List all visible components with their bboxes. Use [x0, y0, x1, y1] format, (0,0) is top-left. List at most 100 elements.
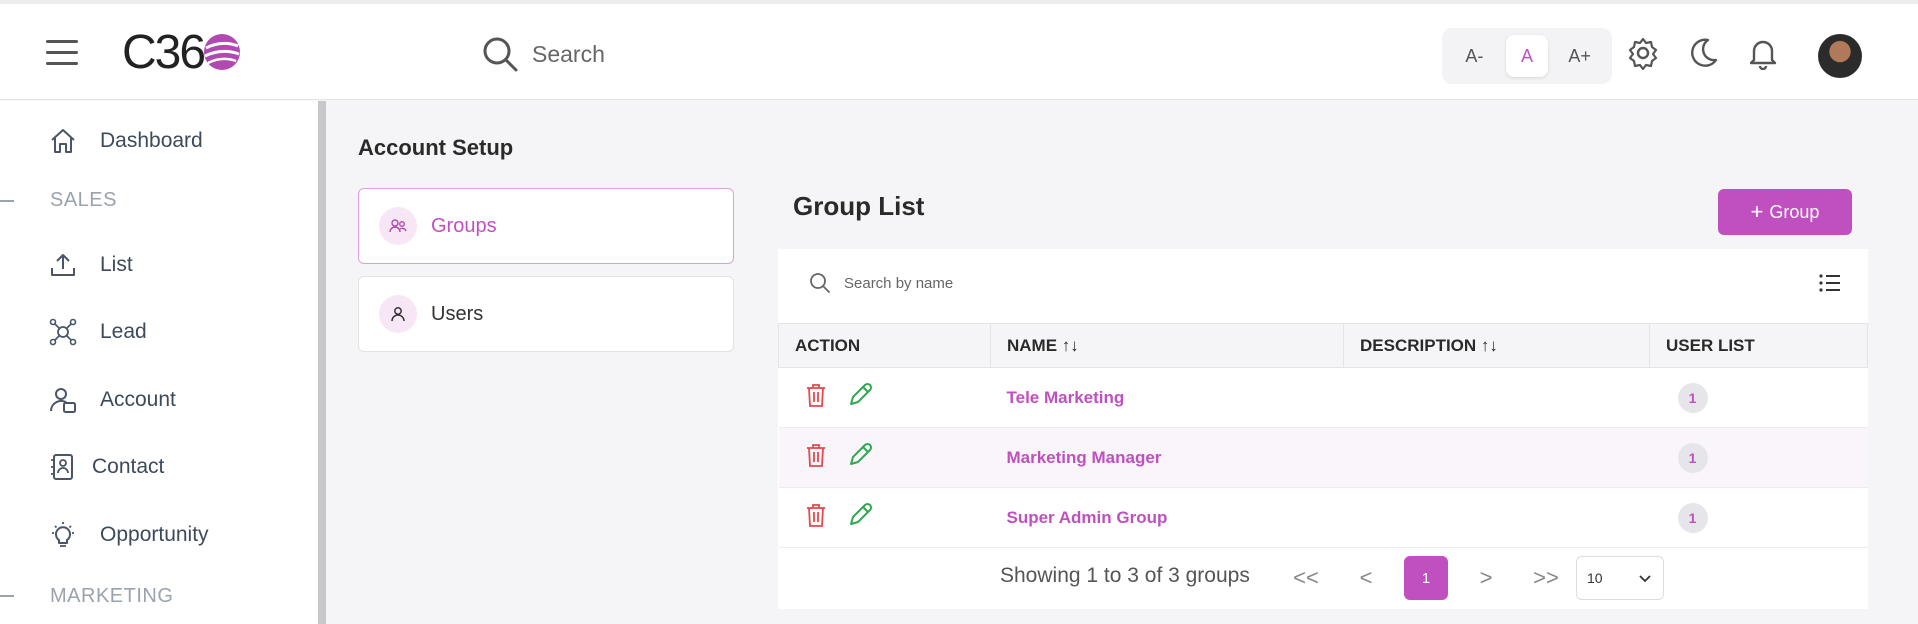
table-header-row: ACTION NAME ↑↓ DESCRIPTION ↑↓ USER LIST — [778, 323, 1868, 368]
table-row: Super Admin Group 1 — [778, 487, 1868, 548]
global-search — [480, 32, 900, 76]
contact-icon — [51, 454, 73, 480]
moon-icon[interactable] — [1686, 36, 1720, 70]
user-count-badge[interactable]: 1 — [1677, 382, 1708, 413]
user-list-cell: 1 — [1649, 427, 1868, 488]
prev-page-button[interactable]: < — [1344, 556, 1388, 600]
section-sales: SALES — [50, 189, 117, 211]
action-cell — [778, 487, 991, 548]
bulb-icon — [52, 522, 74, 547]
search-icon — [483, 37, 518, 72]
sidebar-item-contact[interactable]: Contact — [48, 447, 164, 487]
page-1-button[interactable]: 1 — [1404, 556, 1448, 600]
trash-icon[interactable] — [803, 382, 829, 408]
user-list-cell: 1 — [1649, 367, 1868, 428]
sidebar-item-label: Contact — [92, 455, 165, 478]
user-icon — [391, 307, 405, 322]
section-divider — [0, 200, 14, 202]
app-header: C36 A- A A+ — [0, 4, 1918, 100]
sidebar-item-dashboard[interactable]: Dashboard — [48, 121, 203, 161]
group-table: ACTION NAME ↑↓ DESCRIPTION ↑↓ USER LIST … — [778, 323, 1868, 548]
list-title: Group List — [793, 191, 925, 221]
group-name-link[interactable]: Tele Marketing — [1007, 388, 1125, 407]
table-row: Marketing Manager 1 — [778, 427, 1868, 488]
sidebar-item-list[interactable]: List — [48, 245, 133, 285]
column-description[interactable]: DESCRIPTION ↑↓ — [1343, 323, 1650, 368]
name-cell: Super Admin Group — [990, 487, 1344, 548]
logo-text: C36 — [122, 25, 206, 79]
pencil-icon[interactable] — [847, 442, 873, 468]
gear-icon[interactable] — [1626, 36, 1660, 70]
sidebar-item-label: Lead — [100, 320, 147, 343]
users-group-icon — [389, 219, 407, 233]
user-list-cell: 1 — [1649, 487, 1868, 548]
font-size-switcher: A- A A+ — [1442, 28, 1612, 84]
description-cell — [1343, 367, 1650, 428]
section-divider — [0, 595, 14, 597]
sidebar-item-lead[interactable]: Lead — [48, 312, 147, 352]
sidebar-item-label: Opportunity — [100, 523, 209, 546]
user-count-badge[interactable]: 1 — [1677, 442, 1708, 473]
action-cell — [778, 367, 991, 428]
font-normal-button[interactable]: A — [1505, 35, 1548, 77]
add-group-button[interactable]: + Group — [1718, 189, 1852, 235]
page-title: Account Setup — [358, 135, 514, 160]
sidebar-item-account[interactable]: Account — [48, 380, 176, 420]
tab-icon-wrap — [379, 207, 417, 245]
search-icon — [810, 273, 830, 293]
plus-icon: + — [1750, 199, 1764, 224]
menu-icon[interactable] — [46, 40, 78, 66]
main-content: Account Setup Groups Users Group List + G… — [326, 101, 1918, 624]
trash-icon[interactable] — [803, 502, 829, 528]
sidebar-item-label: List — [100, 253, 133, 276]
account-icon — [50, 388, 76, 413]
list-view-icon[interactable] — [1818, 273, 1842, 293]
sidebar: Dashboard SALES List Lead Account Contac… — [0, 101, 318, 624]
pencil-icon[interactable] — [847, 502, 873, 528]
chevron-down-icon — [1639, 575, 1651, 583]
column-name[interactable]: NAME ↑↓ — [990, 323, 1344, 368]
sidebar-item-opportunity[interactable]: Opportunity — [48, 515, 209, 555]
description-cell — [1343, 487, 1650, 548]
network-icon — [49, 318, 77, 346]
avatar[interactable] — [1818, 34, 1862, 78]
tab-icon-wrap — [379, 295, 417, 333]
tab-groups[interactable]: Groups — [358, 188, 734, 264]
table-search — [808, 271, 1244, 295]
home-icon — [51, 129, 75, 153]
page-size-select[interactable]: 10 — [1576, 556, 1664, 600]
search-input[interactable] — [532, 40, 872, 68]
logo[interactable]: C36 — [122, 25, 242, 79]
pencil-icon[interactable] — [847, 382, 873, 408]
action-cell — [778, 427, 991, 488]
add-group-label: Group — [1769, 201, 1820, 222]
name-cell: Tele Marketing — [990, 367, 1344, 428]
table-row: Tele Marketing 1 — [778, 367, 1868, 428]
tab-users[interactable]: Users — [358, 276, 734, 352]
column-action: ACTION — [778, 323, 991, 368]
font-decrease-button[interactable]: A- — [1453, 35, 1495, 77]
group-list-panel: ACTION NAME ↑↓ DESCRIPTION ↑↓ USER LIST … — [778, 249, 1868, 609]
first-page-button[interactable]: << — [1284, 556, 1328, 600]
description-cell — [1343, 427, 1650, 488]
trash-icon[interactable] — [803, 442, 829, 468]
bell-icon[interactable] — [1746, 36, 1780, 70]
last-page-button[interactable]: >> — [1524, 556, 1568, 600]
column-user-list: USER LIST — [1649, 323, 1868, 368]
pagination: Showing 1 to 3 of 3 groups << < 1 > >> 1… — [778, 548, 1868, 604]
sidebar-scrollbar[interactable] — [318, 101, 326, 624]
group-name-link[interactable]: Super Admin Group — [1007, 508, 1168, 527]
user-count-badge[interactable]: 1 — [1677, 502, 1708, 533]
group-name-link[interactable]: Marketing Manager — [1007, 448, 1162, 467]
name-cell: Marketing Manager — [990, 427, 1344, 488]
page-size-value: 10 — [1587, 570, 1603, 586]
font-increase-button[interactable]: A+ — [1559, 35, 1601, 77]
tab-label: Users — [431, 302, 484, 325]
tab-label: Groups — [431, 214, 497, 237]
search-by-name-input[interactable] — [844, 274, 1244, 292]
sidebar-item-label: Dashboard — [100, 129, 203, 152]
next-page-button[interactable]: > — [1464, 556, 1508, 600]
sidebar-item-label: Account — [100, 388, 176, 411]
section-marketing: MARKETING — [50, 585, 174, 607]
logo-globe-icon — [204, 34, 241, 70]
